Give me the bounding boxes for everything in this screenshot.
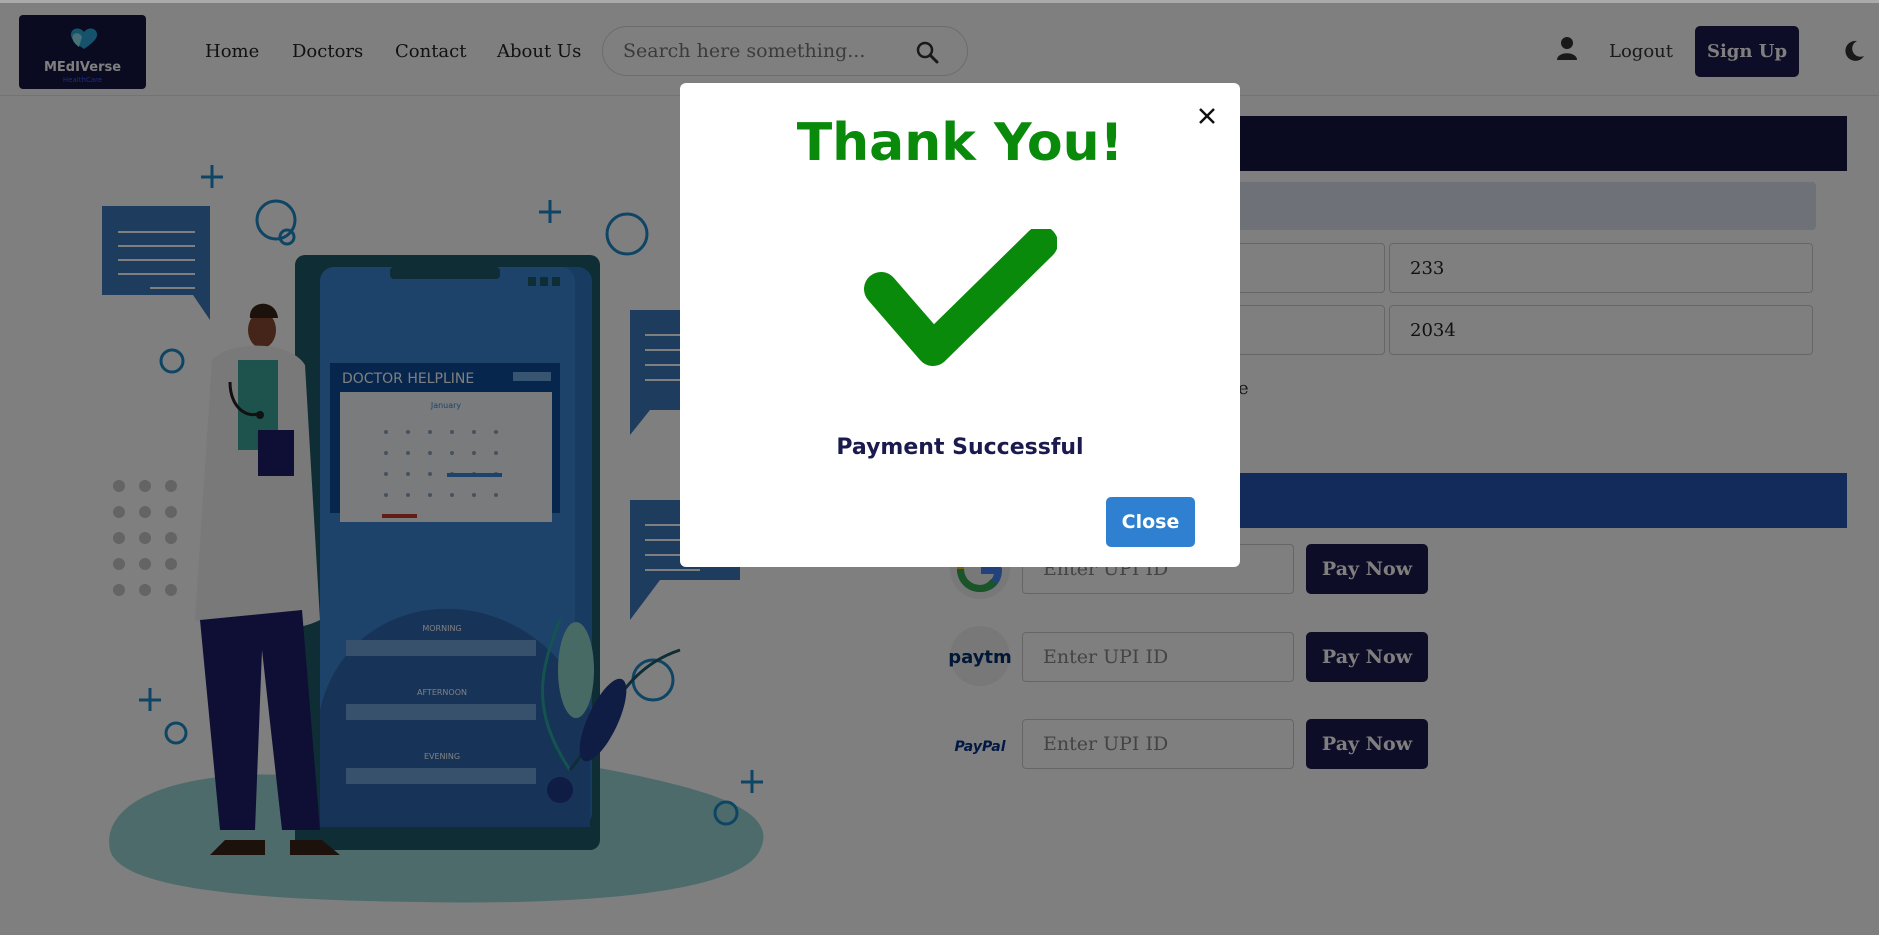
- checkmark-icon: [864, 229, 1057, 366]
- payment-success-message: Payment Successful: [836, 435, 1084, 460]
- close-button[interactable]: Close: [1106, 497, 1195, 547]
- modal-title: Thank You!: [796, 113, 1124, 173]
- payment-success-modal: Thank You! Payment Successful Close: [680, 83, 1240, 567]
